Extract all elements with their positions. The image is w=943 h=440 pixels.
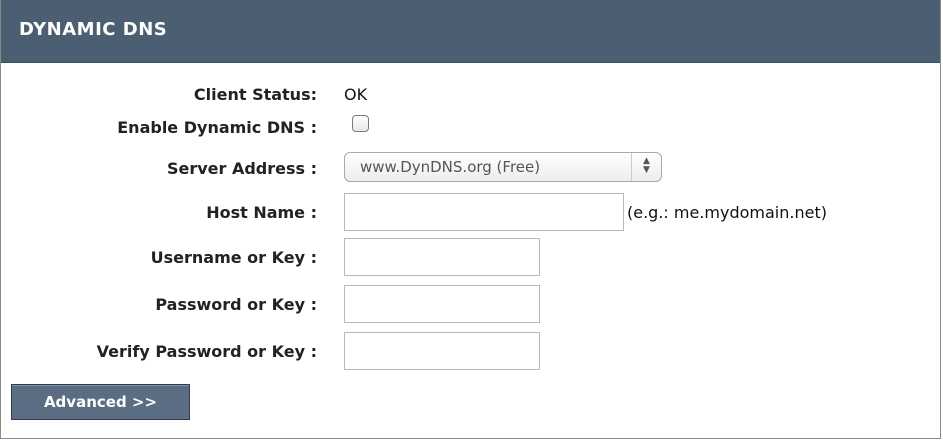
client-status-value: OK	[344, 85, 368, 104]
server-address-label: Server Address :	[166, 159, 317, 178]
section-title: DYNAMIC DNS	[19, 19, 168, 40]
password-label: Password or Key :	[155, 295, 317, 314]
verify-password-label: Verify Password or Key :	[96, 342, 317, 361]
verify-password-input[interactable]	[344, 332, 540, 370]
host-name-hint: (e.g.: me.mydomain.net)	[627, 203, 827, 222]
username-input[interactable]	[344, 238, 540, 276]
host-name-input[interactable]	[344, 193, 624, 231]
username-label: Username or Key :	[150, 248, 317, 267]
dynamic-dns-panel: DYNAMIC DNS Client Status: OK Enable Dyn…	[0, 0, 941, 439]
password-input[interactable]	[344, 285, 540, 323]
enable-ddns-label: Enable Dynamic DNS :	[117, 118, 317, 137]
host-name-label: Host Name :	[206, 203, 317, 222]
server-address-selected: www.DynDNS.org (Free)	[360, 158, 541, 176]
advanced-button[interactable]: Advanced >>	[11, 384, 190, 420]
enable-ddns-checkbox[interactable]	[352, 115, 369, 132]
server-address-select[interactable]: www.DynDNS.org (Free) ▲ ▼	[344, 152, 662, 182]
client-status-label: Client Status:	[193, 85, 317, 104]
updown-arrows-icon: ▲ ▼	[631, 153, 661, 181]
section-header: DYNAMIC DNS	[1, 0, 940, 63]
